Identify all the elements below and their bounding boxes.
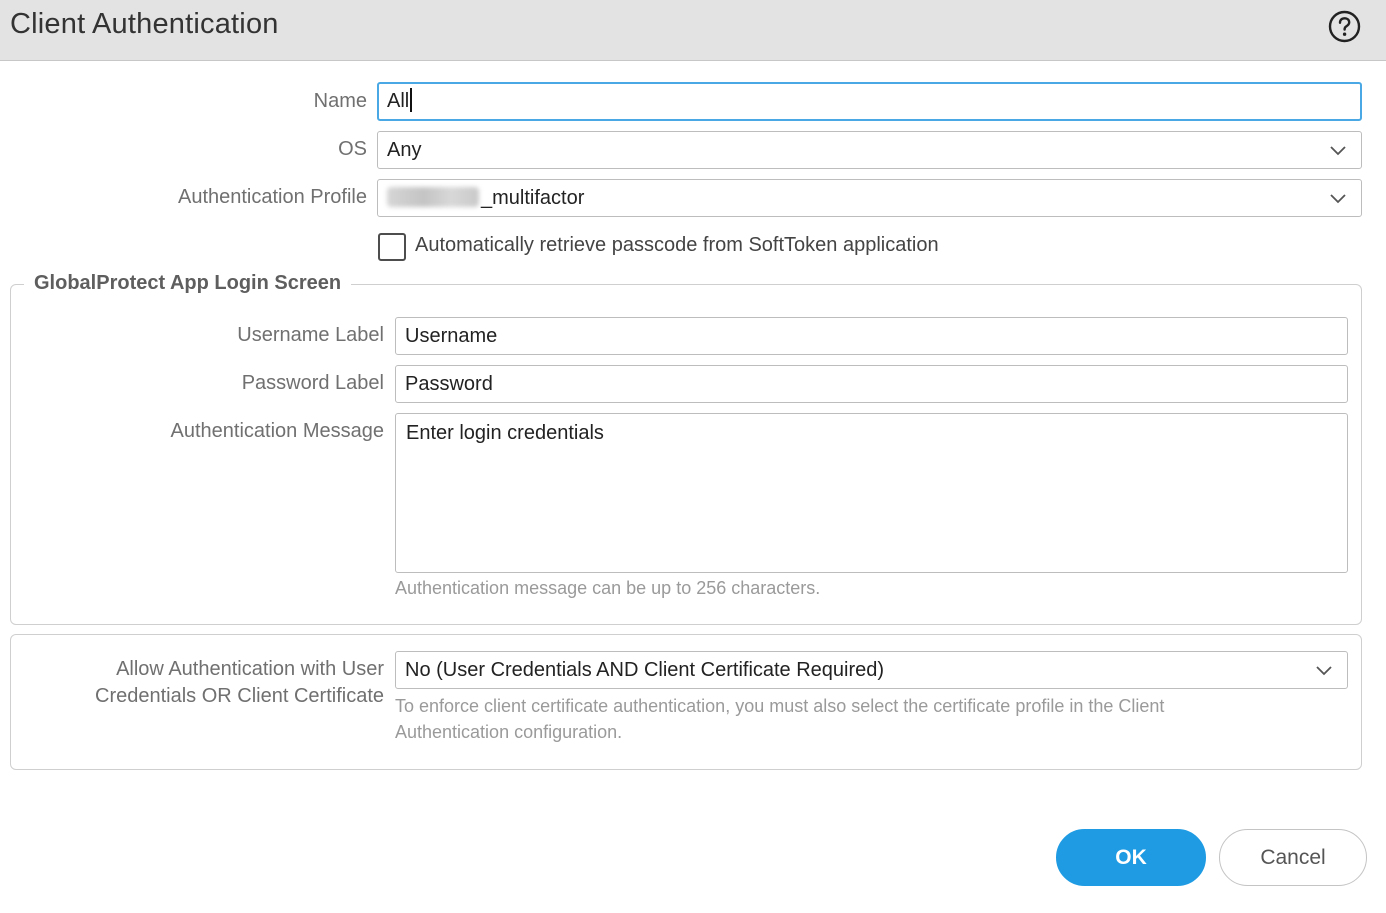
ok-button[interactable]: OK xyxy=(1056,829,1206,886)
password-label-input[interactable]: Password xyxy=(395,365,1348,403)
allow-authentication-value: No (User Credentials AND Client Certific… xyxy=(405,659,885,681)
authentication-message-hint: Authentication message can be up to 256 … xyxy=(395,578,821,598)
username-label-input[interactable]: Username xyxy=(395,317,1348,355)
chevron-down-icon xyxy=(1316,666,1332,676)
authentication-profile-label: Authentication Profile xyxy=(177,186,367,208)
chevron-down-icon xyxy=(1330,194,1346,204)
allow-authentication-select[interactable]: No (User Credentials AND Client Certific… xyxy=(395,651,1348,689)
cancel-button[interactable]: Cancel xyxy=(1219,829,1367,886)
chevron-down-icon xyxy=(1330,146,1346,156)
username-label-value: Username xyxy=(405,325,498,347)
allow-authentication-hint-line1: To enforce client certificate authentica… xyxy=(395,696,1165,716)
authentication-message-textarea[interactable]: Enter login credentials xyxy=(395,413,1348,573)
allow-authentication-label-line1: Allow Authentication with User xyxy=(116,658,384,680)
dialog-title: Client Authentication xyxy=(10,8,279,40)
softtoken-checkbox[interactable] xyxy=(378,233,406,261)
os-select[interactable]: Any xyxy=(377,131,1362,169)
text-caret xyxy=(410,88,413,112)
allow-authentication-hint-line2: Authentication configuration. xyxy=(395,722,623,742)
authentication-message-value: Enter login credentials xyxy=(406,422,604,444)
password-label-value: Password xyxy=(405,373,493,395)
login-screen-legend: GlobalProtect App Login Screen xyxy=(24,270,352,296)
authentication-message-label: Authentication Message xyxy=(170,420,384,442)
redacted-text xyxy=(387,187,479,207)
softtoken-checkbox-label: Automatically retrieve passcode from Sof… xyxy=(415,234,939,256)
authentication-profile-value: _multifactor xyxy=(481,187,585,209)
password-label-label: Password Label xyxy=(241,372,384,394)
name-label: Name xyxy=(313,90,367,112)
client-authentication-dialog: Client Authentication Name All OS Any Au… xyxy=(0,0,1386,913)
name-input-value: All xyxy=(387,90,410,112)
username-label-label: Username Label xyxy=(237,324,384,346)
allow-authentication-label-line2: Credentials OR Client Certificate xyxy=(95,685,384,707)
help-circle-icon[interactable] xyxy=(1328,10,1361,43)
authentication-profile-select[interactable]: _multifactor xyxy=(377,179,1362,217)
dialog-titlebar: Client Authentication xyxy=(0,0,1386,61)
os-select-value: Any xyxy=(387,139,422,161)
name-input[interactable]: All xyxy=(377,82,1362,121)
os-label: OS xyxy=(338,138,367,160)
